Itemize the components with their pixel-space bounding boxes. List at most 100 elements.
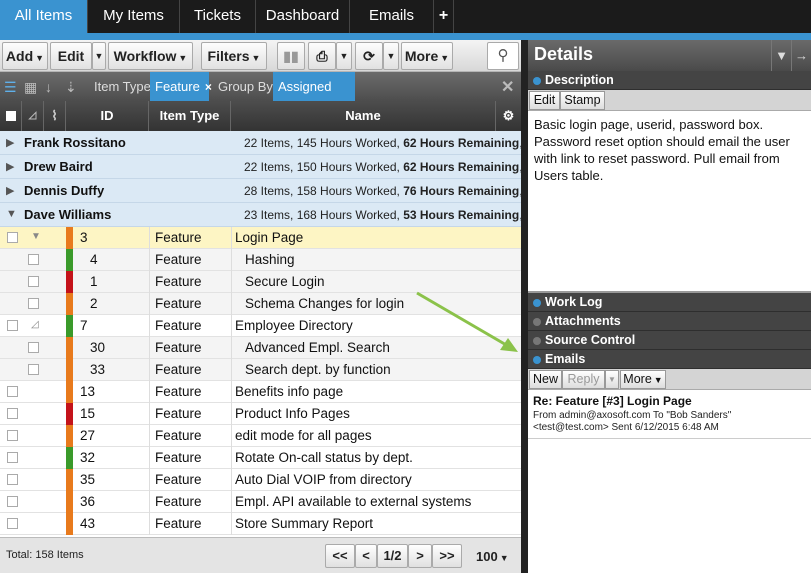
row-checkbox[interactable] [7, 386, 18, 397]
add-button[interactable]: Add ▼ [2, 42, 48, 70]
row-checkbox[interactable] [7, 320, 18, 331]
collapsed-triangle-icon[interactable]: ▶ [6, 136, 14, 149]
expanded-child-icon[interactable]: ▼ [31, 231, 41, 242]
group-by-chip[interactable]: Assigned To× [273, 72, 355, 123]
collapsed-child-icon[interactable]: ◿ [31, 319, 39, 330]
row-checkbox[interactable] [28, 342, 39, 353]
arrow-down-icon[interactable]: ↓ [45, 79, 52, 95]
work-log-section-header[interactable]: Work Log [528, 293, 811, 312]
prev-page-button[interactable]: < [355, 544, 377, 568]
group-row[interactable]: ▼ Dave Williams 23 Items, 168 Hours Worked… [0, 203, 521, 227]
caret-down-icon: ▼ [499, 553, 509, 563]
pane-splitter[interactable] [521, 40, 528, 573]
item-row[interactable]: 27 Feature edit mode for all pages [0, 425, 521, 447]
description-section-header[interactable]: Description [528, 71, 811, 90]
tab-emails[interactable]: Emails [350, 0, 434, 33]
item-row[interactable]: ◿ 7 Feature Employee Directory [0, 315, 521, 337]
next-page-button[interactable]: > [408, 544, 432, 568]
item-row[interactable]: 1 Feature Secure Login [0, 271, 521, 293]
item-row[interactable]: 32 Feature Rotate On-call status by dept. [0, 447, 521, 469]
row-checkbox[interactable] [7, 452, 18, 463]
emails-section-header[interactable]: Emails [528, 350, 811, 369]
item-row[interactable]: 30 Feature Advanced Empl. Search [0, 337, 521, 359]
edit-description-button[interactable]: Edit [529, 91, 560, 110]
collapsed-triangle-icon[interactable]: ▶ [6, 160, 14, 173]
sort-triangle-icon[interactable]: ◿ [22, 101, 44, 131]
edit-button[interactable]: Edit [50, 42, 92, 70]
row-checkbox[interactable] [7, 496, 18, 507]
item-row[interactable]: 36 Feature Empl. API available to external… [0, 491, 521, 513]
item-id: 2 [90, 296, 98, 311]
row-checkbox[interactable] [7, 474, 18, 485]
tab-all-items[interactable]: All Items [0, 0, 88, 33]
item-row[interactable]: 33 Feature Search dept. by function [0, 359, 521, 381]
collapsed-triangle-icon[interactable]: ▶ [6, 184, 14, 197]
row-checkbox[interactable] [7, 232, 18, 243]
refresh-icon[interactable]: ⟳ [355, 42, 383, 70]
refresh-dropdown-icon[interactable]: ▼ [383, 42, 399, 70]
grid-view-icon[interactable]: ▦ [24, 79, 37, 96]
group-name: Dennis Duffy [24, 183, 105, 198]
item-type-filter-chip[interactable]: Feature × [150, 72, 212, 101]
item-row[interactable]: ▼ 3 Feature Login Page [0, 227, 521, 249]
item-row[interactable]: 4 Feature Hashing [0, 249, 521, 271]
column-item-type[interactable]: Item Type [149, 101, 231, 131]
item-row[interactable]: 13 Feature Benefits info page [0, 381, 521, 403]
chart-icon[interactable]: ▮▮ [277, 42, 305, 70]
search-icon[interactable]: ⚲ [487, 42, 519, 70]
stamp-button[interactable]: Stamp [560, 91, 605, 110]
row-checkbox[interactable] [7, 408, 18, 419]
item-row[interactable]: 2 Feature Schema Changes for login [0, 293, 521, 315]
collapse-arrow-icon[interactable]: → [791, 40, 811, 71]
edit-dropdown-icon[interactable]: ▼ [92, 42, 106, 70]
column-settings-icon[interactable]: ⚙ [496, 101, 521, 131]
reply-dropdown-icon[interactable]: ▼ [605, 370, 619, 389]
column-id[interactable]: ID [66, 101, 149, 131]
last-page-button[interactable]: >> [432, 544, 462, 568]
page-indicator[interactable]: 1/2 [377, 544, 408, 568]
tab-my-items[interactable]: My Items [88, 0, 180, 33]
row-checkbox[interactable] [7, 430, 18, 441]
group-row[interactable]: ▶ Frank Rossitano 22 Items, 145 Hours Work… [0, 131, 521, 155]
page-size-select[interactable]: 100 ▼ [476, 549, 509, 564]
email-list-item[interactable]: Re: Feature [#3] Login Page From admin@a… [528, 389, 811, 439]
print-icon[interactable]: ⎙ [308, 42, 336, 70]
first-page-button[interactable]: << [325, 544, 355, 568]
filters-button[interactable]: Filters ▼ [201, 42, 267, 70]
group-row[interactable]: ▶ Drew Baird 22 Items, 150 Hours Worked, 6… [0, 155, 521, 179]
print-dropdown-icon[interactable]: ▼ [336, 42, 352, 70]
source-control-section-header[interactable]: Source Control [528, 331, 811, 350]
row-checkbox[interactable] [28, 276, 39, 287]
list-view-icon[interactable]: ☰ [4, 79, 17, 96]
item-id: 13 [80, 384, 96, 399]
item-row[interactable]: 15 Feature Product Info Pages [0, 403, 521, 425]
row-checkbox[interactable] [7, 518, 18, 529]
tab-tickets[interactable]: Tickets [180, 0, 256, 33]
new-email-button[interactable]: New [529, 370, 562, 389]
workflow-button[interactable]: Workflow ▼ [108, 42, 193, 70]
row-checkbox[interactable] [28, 298, 39, 309]
filter-icon[interactable]: ▼ [771, 40, 791, 71]
clear-filters-icon[interactable]: ✕ [501, 77, 514, 97]
close-icon[interactable]: × [205, 80, 212, 94]
group-row[interactable]: ▶ Dennis Duffy 28 Items, 158 Hours Worked,… [0, 179, 521, 203]
add-tab-button[interactable]: + [434, 0, 454, 33]
column-divider [231, 469, 232, 491]
select-all-checkbox[interactable] [0, 101, 22, 131]
row-checkbox[interactable] [28, 254, 39, 265]
more-email-button[interactable]: More ▼ [620, 370, 666, 389]
attachments-section-header[interactable]: Attachments [528, 312, 811, 331]
column-name[interactable]: Name [231, 101, 496, 131]
more-button[interactable]: More ▼ [401, 42, 453, 70]
reply-button[interactable]: Reply [562, 370, 605, 389]
filter-bar: ☰ ▦ ↓ ⇣ Item Type: Feature × Group By: As… [0, 72, 521, 123]
item-row[interactable]: 35 Feature Auto Dial VOIP from directory [0, 469, 521, 491]
attachment-icon[interactable]: ⌇ [44, 101, 66, 131]
row-checkbox[interactable] [28, 364, 39, 375]
tab-dashboard[interactable]: Dashboard [256, 0, 350, 33]
expanded-triangle-icon[interactable]: ▼ [6, 208, 17, 220]
sort-icon[interactable]: ⇣ [65, 79, 77, 96]
emails-toolbar: New Reply ▼ More ▼ [528, 369, 811, 390]
column-divider [231, 315, 232, 337]
item-row[interactable]: 43 Feature Store Summary Report [0, 513, 521, 535]
